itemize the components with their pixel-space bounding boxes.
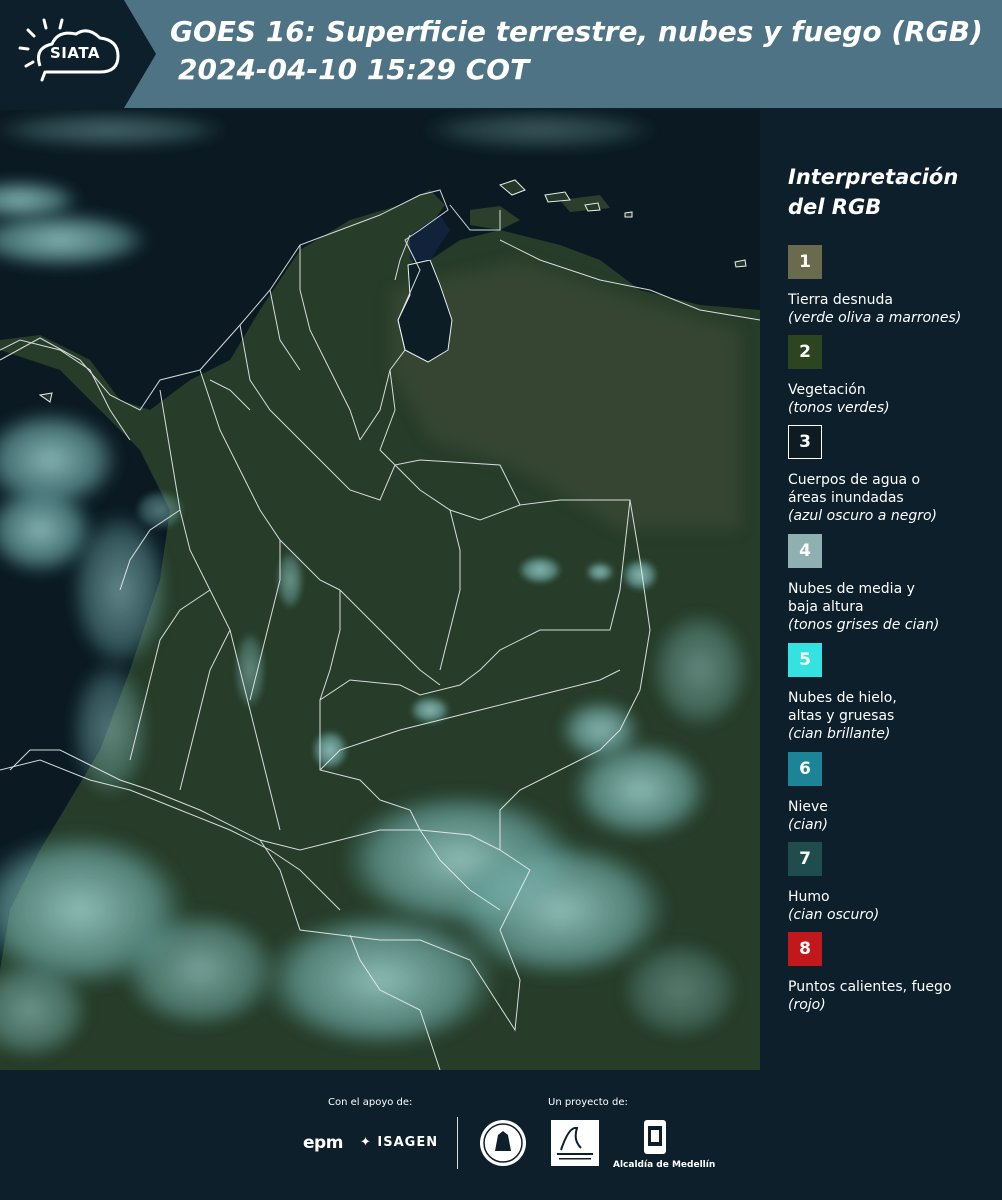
isagen-logo: ✦ ISAGEN <box>360 1135 438 1150</box>
legend-swatch-5: 5 <box>788 643 822 677</box>
legend-label-2: Vegetación <box>788 382 866 398</box>
legend-label-6: Nieve <box>788 799 828 815</box>
legend-label-1: Tierra desnuda <box>788 292 893 308</box>
epm-logo: epm <box>303 1133 343 1153</box>
legend-item-6: 6 Nieve (cian) <box>788 752 998 834</box>
legend-item-1: 1 Tierra desnuda (verde oliva a marrones… <box>788 245 998 327</box>
legend-item-4: 4 Nubes de media y baja altura (tonos gr… <box>788 534 998 634</box>
medellin-seal-logo <box>480 1120 526 1166</box>
legend-label-8: Puntos calientes, fuego <box>788 979 952 995</box>
legend-swatch-6: 6 <box>788 752 822 786</box>
legend-number-3: 3 <box>799 432 811 452</box>
legend-panel: Interpretación del RGB 1 Tierra desnuda … <box>762 110 1002 1070</box>
legend-swatch-8: 8 <box>788 932 822 966</box>
legend-number-4: 4 <box>799 541 811 561</box>
legend-sub-8: (rojo) <box>788 997 826 1013</box>
legend-item-8: 8 Puntos calientes, fuego (rojo) <box>788 932 998 1014</box>
support-label: Con el apoyo de: <box>328 1097 413 1108</box>
footer: Con el apoyo de: Un proyecto de: epm ✦ I… <box>0 1070 1002 1200</box>
footer-divider <box>457 1117 458 1169</box>
legend-swatch-2: 2 <box>788 335 822 369</box>
legend-sub-6: (cian) <box>788 817 828 833</box>
legend-sub-7: (cian oscuro) <box>788 907 880 923</box>
area-metropolitana-logo <box>551 1120 599 1166</box>
isagen-icon: ✦ <box>360 1135 378 1150</box>
satellite-map[interactable] <box>0 110 760 1070</box>
legend-number-7: 7 <box>799 849 811 869</box>
legend-sub-4: (tonos grises de cian) <box>788 617 940 633</box>
legend-swatch-7: 7 <box>788 842 822 876</box>
siata-logo: SIATA <box>0 0 156 108</box>
legend-item-3: 3 Cuerpos de agua o áreas inundadas (azu… <box>788 425 998 525</box>
legend-label-4: Nubes de media y baja altura <box>788 581 915 615</box>
legend-number-1: 1 <box>799 252 811 272</box>
legend-swatch-3: 3 <box>788 425 822 459</box>
alcaldia-emblem-icon <box>644 1120 666 1154</box>
legend-number-8: 8 <box>799 939 811 959</box>
image-timestamp: 2024-04-10 15:29 COT <box>178 53 530 86</box>
legend-sub-2: (tonos verdes) <box>788 400 890 416</box>
legend-swatch-1: 1 <box>788 245 822 279</box>
legend-sub-5: (cian brillante) <box>788 726 891 742</box>
legend-item-7: 7 Humo (cian oscuro) <box>788 842 998 924</box>
page-title: GOES 16: Superficie terrestre, nubes y f… <box>170 15 983 48</box>
isagen-logo-text: ISAGEN <box>377 1135 439 1150</box>
legend-swatch-4: 4 <box>788 534 822 568</box>
legend-sub-1: (verde oliva a marrones) <box>788 310 962 326</box>
legend-number-6: 6 <box>799 759 811 779</box>
legend-item-2: 2 Vegetación (tonos verdes) <box>788 335 998 417</box>
legend-number-5: 5 <box>799 650 811 670</box>
legend-item-5: 5 Nubes de hielo, altas y gruesas (cian … <box>788 643 998 743</box>
legend-title: Interpretación del RGB <box>788 165 959 219</box>
project-label: Un proyecto de: <box>548 1097 628 1108</box>
siata-logo-text: SIATA <box>50 44 101 62</box>
legend-label-5: Nubes de hielo, altas y gruesas <box>788 690 897 724</box>
map-canvas <box>0 110 760 1070</box>
header-bar: SIATA GOES 16: Superficie terrestre, nub… <box>0 0 1002 108</box>
alcaldia-label: Alcaldía de Medellín <box>613 1160 716 1170</box>
legend-number-2: 2 <box>799 342 811 362</box>
legend-label-3: Cuerpos de agua o áreas inundadas <box>788 472 921 506</box>
legend-label-7: Humo <box>788 889 830 905</box>
legend-sub-3: (azul oscuro a negro) <box>788 508 937 524</box>
